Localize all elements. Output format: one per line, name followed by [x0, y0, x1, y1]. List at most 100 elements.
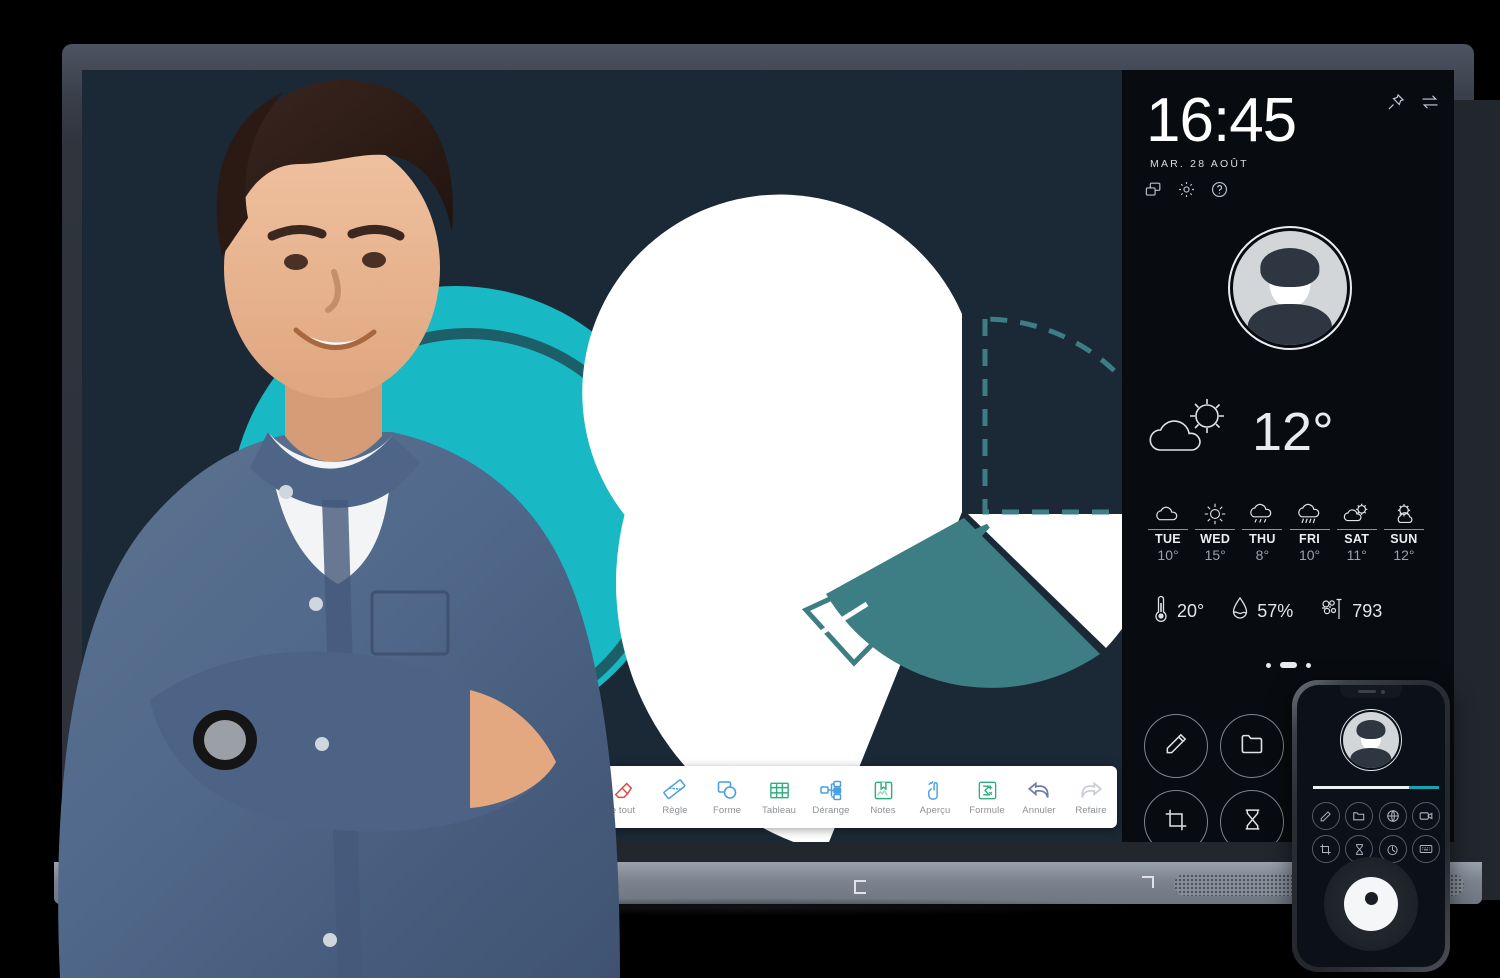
- phone-progress-bar[interactable]: [1313, 786, 1439, 789]
- toolbar-item-shape[interactable]: Forme: [701, 766, 753, 828]
- pressure-icon: [1319, 596, 1345, 627]
- toolbar-label: Formule: [969, 805, 1005, 816]
- phone-speaker: [1357, 690, 1376, 693]
- sidebar-button-folder[interactable]: [1220, 714, 1284, 778]
- keyboard-icon: [1419, 845, 1433, 853]
- weather-pager[interactable]: [1122, 662, 1454, 668]
- shape-icon: [715, 778, 739, 802]
- pager-dot[interactable]: [1265, 662, 1271, 668]
- weather-forecast: TUE 10° WED 15° THU 8° FRI 10° SAT 11° S…: [1148, 498, 1424, 563]
- sidebar-action-icons: [1144, 180, 1229, 204]
- phone-screen: [1297, 685, 1445, 967]
- display-screen: e tout Règle Forme Tableau Dérange Notes…: [82, 70, 1454, 842]
- forecast-day-temp: 12°: [1393, 547, 1415, 563]
- bezel-corner-mark: [854, 880, 866, 894]
- sidebar-button-hourglass[interactable]: [1220, 790, 1284, 842]
- phone-button-globe[interactable]: [1378, 802, 1407, 830]
- thermometer-icon: [1152, 594, 1170, 629]
- forecast-day: FRI 10°: [1289, 498, 1330, 563]
- display-shadow: [360, 898, 1140, 916]
- pin-icon[interactable]: [1386, 92, 1406, 112]
- pie-chart[interactable]: [582, 194, 1182, 842]
- forecast-day-name: WED: [1195, 529, 1236, 546]
- rain-icon: [1290, 498, 1330, 526]
- forecast-day-temp: 10°: [1157, 547, 1179, 563]
- whiteboard-toolbar[interactable]: e tout Règle Forme Tableau Dérange Notes…: [597, 766, 1117, 828]
- sidebar-button-crop[interactable]: [1144, 790, 1208, 842]
- avatar-hair: [1260, 248, 1320, 287]
- phone-home-inner: [1344, 877, 1398, 931]
- cloudy-icon: [1148, 498, 1188, 526]
- smartphone-device: [1292, 680, 1450, 972]
- crop-icon: [1163, 807, 1189, 838]
- forecast-day: TUE 10°: [1148, 498, 1188, 563]
- forecast-day: THU 8°: [1242, 498, 1283, 563]
- duplicate-icon[interactable]: [1144, 180, 1163, 204]
- pager-dot-active[interactable]: [1279, 662, 1297, 668]
- folder-icon: [1353, 812, 1365, 821]
- sidebar-quick-buttons[interactable]: [1144, 714, 1292, 842]
- phone-button-folder[interactable]: [1345, 802, 1374, 830]
- partly-cloudy-icon: [1146, 396, 1238, 467]
- preview-hand-icon: [924, 778, 947, 802]
- hourglass-icon: [1240, 807, 1265, 837]
- forecast-day: SAT 11°: [1336, 498, 1377, 563]
- toolbar-item-mindmap[interactable]: Dérange: [805, 766, 857, 828]
- phone-button-camera[interactable]: [1412, 802, 1441, 830]
- pencil-icon: [1163, 731, 1189, 762]
- formula-icon: [976, 778, 999, 802]
- toolbar-item-notes[interactable]: Notes: [857, 766, 909, 828]
- phone-home-button[interactable]: [1324, 857, 1418, 951]
- forecast-day-temp: 15°: [1204, 547, 1226, 563]
- toolbar-item-ruler[interactable]: Règle: [649, 766, 701, 828]
- table-icon: [768, 778, 791, 802]
- toolbar-item-formula[interactable]: Formule: [961, 766, 1013, 828]
- phone-button-keyboard[interactable]: [1412, 835, 1441, 863]
- weather-current: 12°: [1146, 396, 1334, 467]
- toolbar-item-undo[interactable]: Annuler: [1013, 766, 1065, 828]
- forecast-day-name: THU: [1242, 529, 1283, 546]
- globe-icon: [1386, 810, 1399, 822]
- avatar-hair: [1356, 720, 1386, 740]
- phone-camera-icon: [1380, 689, 1385, 694]
- toolbar-item-preview[interactable]: Aperçu: [909, 766, 961, 828]
- metric-value: 20°: [1177, 601, 1205, 621]
- metric-value: 793: [1352, 601, 1383, 621]
- avatar[interactable]: [1228, 226, 1352, 350]
- sun-cloud-icon: [1384, 498, 1424, 526]
- toolbar-item-table[interactable]: Tableau: [753, 766, 805, 828]
- forecast-day-temp: 8°: [1255, 547, 1270, 563]
- toolbar-label: Refaire: [1075, 805, 1107, 816]
- rain-cloud-icon: [1242, 498, 1282, 526]
- toolbar-item-redo[interactable]: Refaire: [1065, 766, 1117, 828]
- partly-cloudy-icon: [1337, 498, 1377, 526]
- hourglass-icon: [1355, 843, 1363, 855]
- phone-button-grid[interactable]: [1310, 802, 1442, 863]
- crop-icon: [1320, 843, 1331, 855]
- toolbar-item-erase-all[interactable]: e tout: [597, 766, 649, 828]
- help-icon[interactable]: [1210, 180, 1229, 204]
- pie-slice-a2[interactable]: [582, 194, 962, 591]
- gear-icon[interactable]: [1177, 180, 1196, 204]
- forecast-day-name: FRI: [1289, 529, 1330, 546]
- weather-metrics: 20° 57% 793: [1152, 594, 1400, 629]
- pager-dot[interactable]: [1305, 662, 1311, 668]
- metric-pressure: 793: [1319, 596, 1382, 627]
- mindmap-icon: [819, 778, 843, 802]
- metric-temperature: 20°: [1152, 594, 1204, 629]
- forecast-day-name: SAT: [1336, 529, 1377, 546]
- presenter-shirt-button: [323, 933, 337, 947]
- metric-value: 57%: [1257, 601, 1294, 621]
- phone-button-pencil[interactable]: [1311, 802, 1340, 830]
- clock-date: MAR. 28 AOÛT: [1150, 158, 1249, 170]
- phone-home-dot: [1364, 892, 1378, 905]
- avatar-body: [1247, 303, 1333, 345]
- redo-icon: [1078, 778, 1104, 802]
- swap-icon[interactable]: [1420, 92, 1440, 112]
- sidebar-button-pencil[interactable]: [1144, 714, 1208, 778]
- toolbar-label: e tout: [610, 805, 636, 816]
- phone-avatar[interactable]: [1340, 709, 1402, 771]
- phone-button-crop[interactable]: [1311, 835, 1340, 863]
- avatar-disc: [1343, 712, 1399, 768]
- metric-humidity: 57%: [1230, 595, 1293, 628]
